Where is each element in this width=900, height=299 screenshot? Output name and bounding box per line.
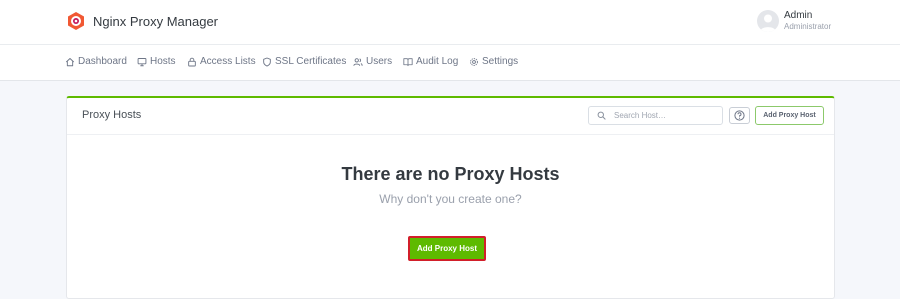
main-nav: Dashboard Hosts Access Lists SSL Certifi… [0,45,900,81]
user-name: Admin [784,10,813,21]
nav-label: SSL Certificates [275,56,347,67]
brand[interactable]: Nginx Proxy Manager [66,11,218,31]
nav-label: Settings [482,56,519,67]
nav-item-users[interactable]: Users [353,56,392,67]
user-avatar-icon [760,14,776,32]
search-icon [597,111,606,120]
user-menu[interactable]: Admin Administrator [757,10,831,32]
home-icon [65,57,75,66]
user-role: Administrator [784,22,832,31]
lock-icon [188,57,196,66]
nav-item-settings[interactable]: Settings [469,56,518,67]
nav-item-dashboard[interactable]: Dashboard [65,56,127,67]
nav-item-hosts[interactable]: Hosts [137,56,176,67]
book-icon [403,57,413,66]
top-header: Nginx Proxy Manager Admin Administrator [0,0,900,45]
monitor-icon [137,57,147,66]
nav-label: Dashboard [78,56,127,67]
gear-icon [470,57,478,66]
proxy-hosts-card: Proxy Hosts Add Proxy Host There are no … [66,96,835,299]
card-header: Proxy Hosts Add Proxy Host [67,98,834,135]
nav-item-ssl-certificates[interactable]: SSL Certificates [262,56,346,67]
nav-label: Hosts [150,56,176,67]
avatar [757,10,779,32]
search-box[interactable] [588,106,723,125]
nav-item-access-lists[interactable]: Access Lists [187,56,256,67]
add-proxy-host-button[interactable]: Add Proxy Host [755,106,824,125]
nav-label: Audit Log [416,56,459,67]
search-input[interactable] [614,107,714,124]
shield-icon [263,57,271,67]
help-icon [734,110,745,121]
card-title: Proxy Hosts [82,109,142,121]
empty-state-title: There are no Proxy Hosts [341,164,560,184]
nav-label: Users [366,56,393,67]
app-title: Nginx Proxy Manager [93,13,218,29]
empty-state-add-button[interactable]: Add Proxy Host [408,236,486,261]
empty-state-subtitle: Why don't you create one? [379,192,522,206]
help-button[interactable] [729,107,750,124]
nav-item-audit-log[interactable]: Audit Log [403,56,458,67]
users-icon [353,57,363,66]
nav-label: Access Lists [200,56,256,67]
app-logo-icon [68,12,84,30]
